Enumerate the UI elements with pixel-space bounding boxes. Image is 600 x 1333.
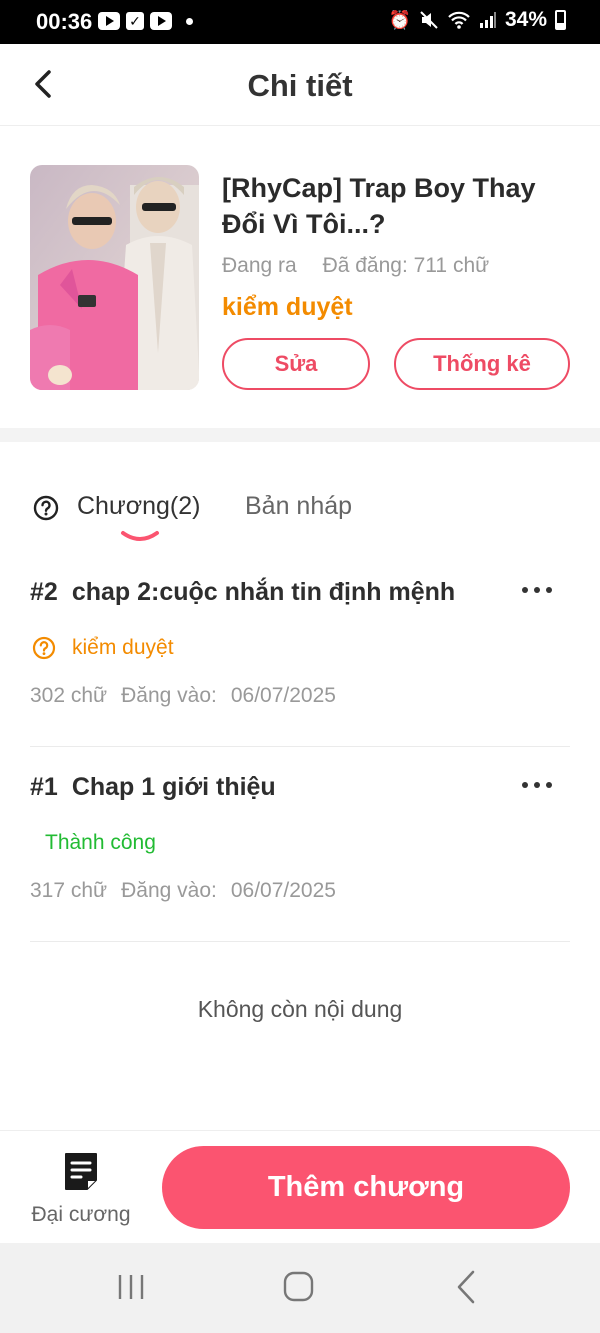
tab-chapters[interactable]: Chương(2)	[77, 492, 200, 521]
battery-percent: 34%	[504, 8, 547, 31]
home-icon[interactable]	[283, 1271, 314, 1302]
chapter-name: chap 2:cuộc nhắn tin định mệnh	[71, 578, 456, 606]
status-bar: 00:36 ✓ ⏰ 34%	[0, 0, 600, 44]
section-divider	[0, 428, 600, 442]
add-chapter-button[interactable]: Thêm chương	[162, 1146, 570, 1229]
chapter-status: Thành công	[45, 831, 156, 855]
battery-icon	[555, 10, 566, 30]
tab-drafts[interactable]: Bản nháp	[245, 492, 352, 521]
chapter-item[interactable]: #2 chap 2:cuộc nhắn tin định mệnh kiểm du…	[30, 552, 570, 747]
more-options-icon[interactable]	[522, 582, 552, 598]
chapter-word-count: 302 chữ	[30, 684, 108, 707]
chapter-date: 06/07/2025	[230, 684, 336, 707]
chapter-status-label: kiểm duyệt	[72, 636, 174, 659]
mute-icon	[420, 11, 438, 29]
page-title: Chi tiết	[247, 68, 353, 103]
system-icons: ⏰ 34%	[389, 8, 566, 32]
system-navigation-bar	[0, 1243, 600, 1333]
active-tab-indicator	[121, 531, 159, 541]
youtube-icon	[98, 12, 120, 30]
book-title: [RhyCap] Trap Boy Thay Đổi Vì Tôi...?	[222, 173, 536, 239]
chapter-meta: 317 chữ Đăng vào: 06/07/2025	[30, 879, 350, 903]
question-circle-icon	[32, 636, 56, 660]
chapter-item[interactable]: #1 Chap 1 giới thiệu Thành công 317 chữ Đă…	[30, 747, 570, 942]
book-cover-image[interactable]	[30, 165, 199, 390]
book-meta: Đang ra Đã đăng: 711 chữ	[222, 254, 489, 278]
tab-bar: Chương(2) Bản nháp	[0, 442, 600, 552]
status-time: 00:36	[36, 9, 93, 34]
more-notifications-dot-icon	[186, 17, 193, 25]
system-back-icon[interactable]	[456, 1270, 476, 1304]
outline-document-icon	[65, 1153, 97, 1190]
book-review-status: kiểm duyệt	[222, 293, 353, 321]
question-circle-icon[interactable]	[33, 495, 59, 521]
chapter-posted-label: Đăng vào:	[121, 684, 217, 707]
youtube-icon	[150, 12, 172, 30]
chapter-number: #1	[30, 773, 58, 801]
chapter-word-count: 317 chữ	[30, 879, 108, 902]
book-info: [RhyCap] Trap Boy Thay Đổi Vì Tôi...? Đa…	[0, 126, 600, 428]
bottom-action-bar: Đại cương Thêm chương	[0, 1130, 600, 1243]
outline-label: Đại cương	[31, 1203, 131, 1226]
notification-icons: ✓	[98, 12, 193, 30]
recent-apps-icon[interactable]	[116, 1272, 146, 1302]
chapter-date: 06/07/2025	[230, 879, 336, 902]
wifi-icon	[448, 11, 470, 29]
chapter-posted-label: Đăng vào:	[121, 879, 217, 902]
chapter-name: Chap 1 giới thiệu	[71, 773, 276, 801]
chapter-status: kiểm duyệt	[32, 636, 174, 660]
chapter-status-label: Thành công	[45, 831, 156, 854]
signal-icon	[479, 12, 496, 28]
chapter-title: #1 Chap 1 giới thiệu	[30, 773, 276, 802]
chapter-title: #2 chap 2:cuộc nhắn tin định mệnh	[30, 578, 455, 607]
outline-button[interactable]: Đại cương	[28, 1147, 134, 1231]
alarm-icon: ⏰	[388, 9, 411, 30]
more-options-icon[interactable]	[522, 777, 552, 793]
book-word-count: Đã đăng: 711 chữ	[322, 254, 490, 277]
chapter-meta: 302 chữ Đăng vào: 06/07/2025	[30, 684, 350, 708]
chapter-number: #2	[30, 578, 58, 606]
header: Chi tiết	[0, 44, 600, 126]
end-of-list-text: Không còn nội dung	[197, 996, 403, 1022]
edit-button[interactable]: Sửa	[222, 338, 370, 390]
checkbox-notification-icon: ✓	[126, 12, 144, 30]
statistics-button[interactable]: Thống kê	[394, 338, 570, 390]
book-state: Đang ra	[222, 254, 297, 277]
